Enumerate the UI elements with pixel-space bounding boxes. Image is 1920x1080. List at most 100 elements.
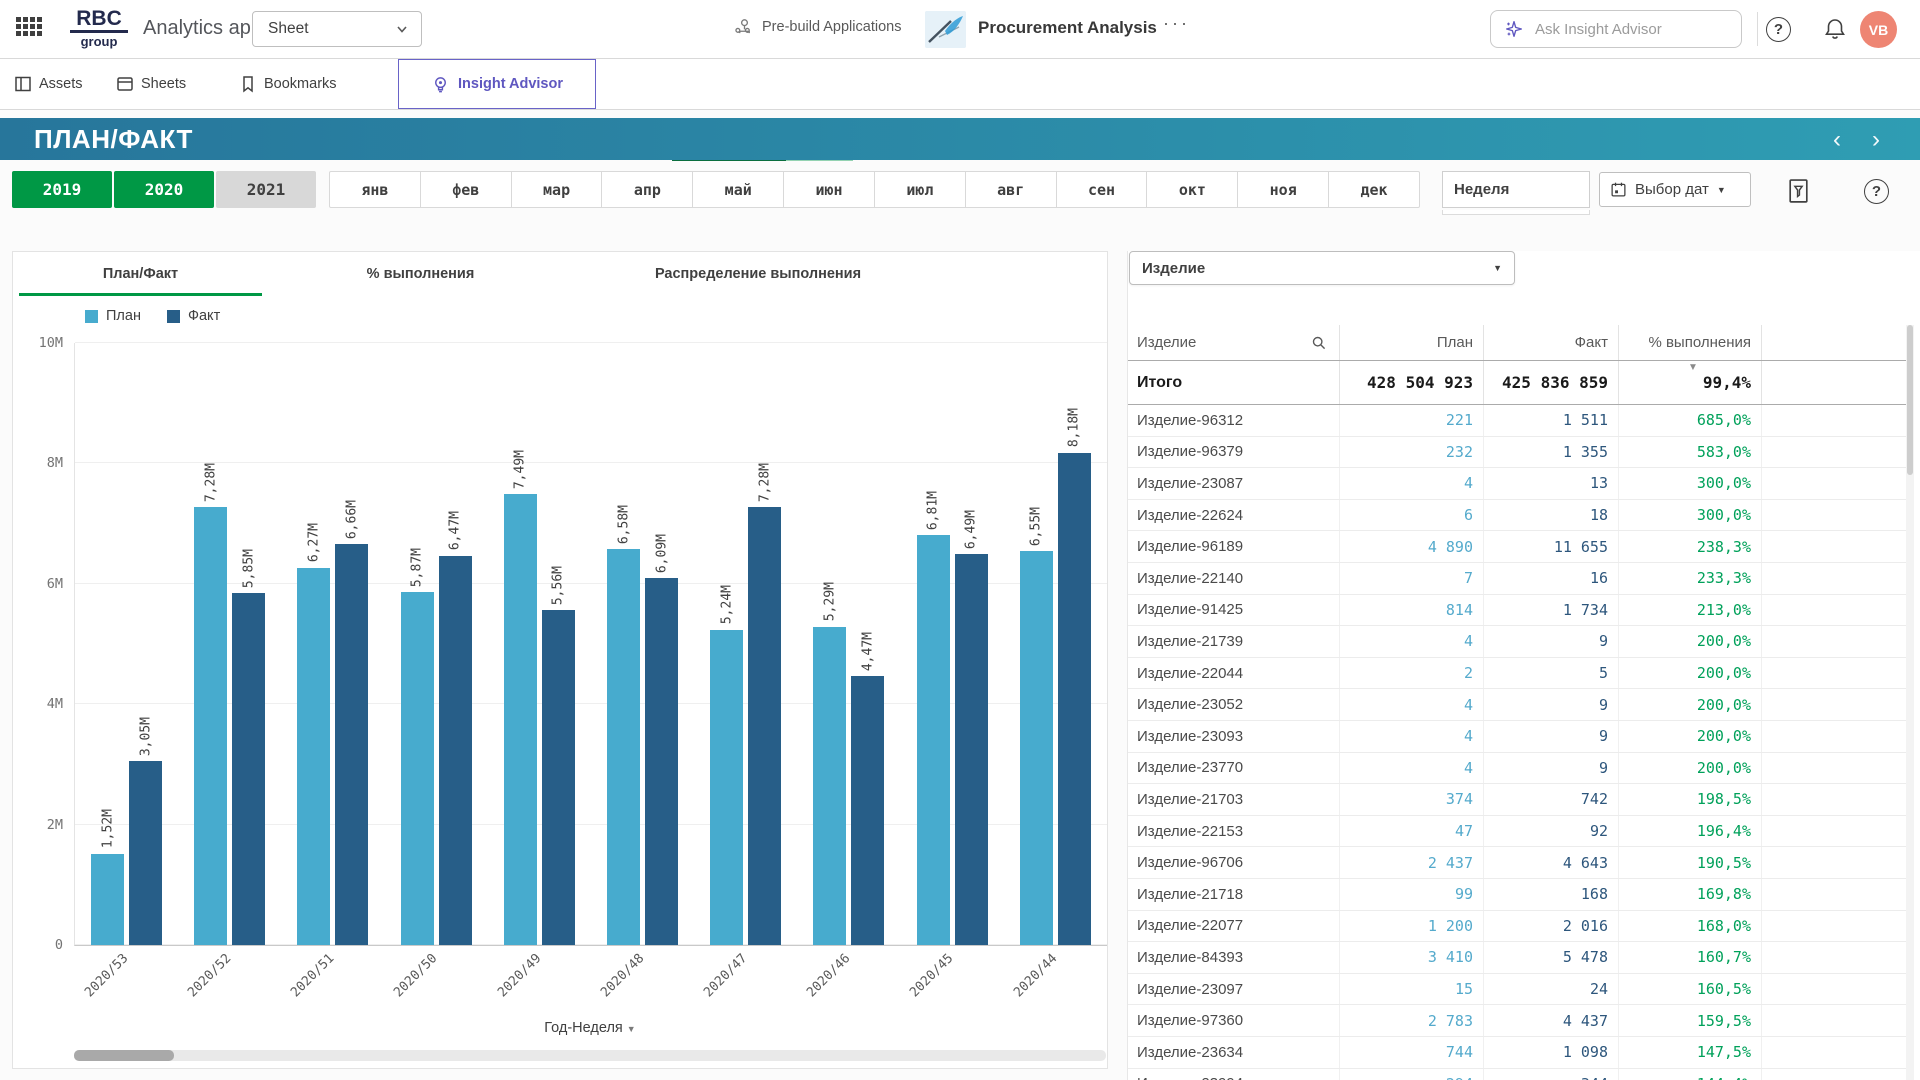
table-row-Изделие-96706[interactable]: Изделие-967062 4374 643190,5% bbox=[1128, 847, 1906, 879]
table-cell[interactable]: Изделие-22077 bbox=[1128, 911, 1339, 942]
table-cell[interactable] bbox=[1761, 974, 1906, 1005]
table-cell[interactable]: 9 bbox=[1483, 721, 1618, 752]
table-cell[interactable]: Изделие-22624 bbox=[1128, 500, 1339, 531]
table-cell[interactable]: 4 437 bbox=[1483, 1005, 1618, 1036]
table-cell[interactable]: 2 bbox=[1339, 658, 1483, 689]
month-button-дек[interactable]: дек bbox=[1328, 171, 1420, 208]
table-cell[interactable]: 213,0% bbox=[1618, 595, 1761, 626]
table-cell[interactable]: Изделие-21718 bbox=[1128, 879, 1339, 910]
tab-assets[interactable]: Assets bbox=[14, 59, 83, 109]
more-options-icon[interactable]: ··· bbox=[1163, 13, 1190, 34]
table-cell[interactable]: Изделие-96706 bbox=[1128, 847, 1339, 878]
bar-Факт-2020/44[interactable]: 8,18M bbox=[1058, 453, 1091, 945]
column-header-product[interactable]: Изделие bbox=[1128, 325, 1339, 360]
bar-План-2020/46[interactable]: 5,29M bbox=[813, 627, 846, 945]
table-cell[interactable]: 685,0% bbox=[1618, 405, 1761, 436]
table-cell[interactable]: Изделие-97360 bbox=[1128, 1005, 1339, 1036]
table-row-Изделие-96312[interactable]: Изделие-963122211 511685,0% bbox=[1128, 405, 1906, 437]
table-cell[interactable]: Изделие-22153 bbox=[1128, 816, 1339, 847]
bar-План-2020/47[interactable]: 5,24M bbox=[710, 630, 743, 945]
table-cell[interactable]: 169,8% bbox=[1618, 879, 1761, 910]
table-cell[interactable]: 232 bbox=[1339, 437, 1483, 468]
bar-План-2020/52[interactable]: 7,28M bbox=[194, 507, 227, 945]
chart-tab-2[interactable]: % выполнения bbox=[268, 252, 573, 296]
table-cell[interactable]: Изделие-23994 bbox=[1128, 1069, 1339, 1080]
year-button-2021[interactable]: 2021 bbox=[216, 171, 316, 208]
month-button-фев[interactable]: фев bbox=[420, 171, 512, 208]
table-cell[interactable]: Изделие-22044 bbox=[1128, 658, 1339, 689]
table-cell[interactable]: 814 bbox=[1339, 595, 1483, 626]
insight-advisor-button[interactable]: Insight Advisor bbox=[398, 59, 596, 109]
sheet-help-icon[interactable]: ? bbox=[1864, 179, 1889, 204]
dimension-dropdown[interactable]: Изделие ▼ bbox=[1129, 251, 1515, 285]
table-cell[interactable]: 5 478 bbox=[1483, 942, 1618, 973]
table-cell[interactable] bbox=[1761, 595, 1906, 626]
bar-Факт-2020/46[interactable]: 4,47M bbox=[851, 676, 884, 945]
table-cell[interactable] bbox=[1761, 911, 1906, 942]
table-cell[interactable]: 4 890 bbox=[1339, 531, 1483, 562]
table-cell[interactable]: Изделие-96189 bbox=[1128, 531, 1339, 562]
bar-План-2020/44[interactable]: 6,55M bbox=[1020, 551, 1053, 945]
bar-Факт-2020/52[interactable]: 5,85M bbox=[232, 593, 265, 945]
table-cell[interactable]: 1 734 bbox=[1483, 595, 1618, 626]
table-cell[interactable]: 200,0% bbox=[1618, 721, 1761, 752]
table-row-Изделие-22044[interactable]: Изделие-2204425200,0% bbox=[1128, 658, 1906, 690]
chart-tab-3[interactable]: Распределение выполнения bbox=[573, 252, 943, 296]
help-icon[interactable]: ? bbox=[1766, 17, 1791, 42]
table-cell[interactable]: 2 437 bbox=[1339, 847, 1483, 878]
year-button-2019[interactable]: 2019 bbox=[12, 171, 112, 208]
table-cell[interactable]: 9 bbox=[1483, 626, 1618, 657]
table-cell[interactable]: 160,5% bbox=[1618, 974, 1761, 1005]
table-cell[interactable]: 6 bbox=[1339, 500, 1483, 531]
bar-План-2020/50[interactable]: 5,87M bbox=[401, 592, 434, 945]
table-cell[interactable]: 294 bbox=[1339, 1069, 1483, 1080]
table-cell[interactable] bbox=[1761, 847, 1906, 878]
table-cell[interactable]: 200,0% bbox=[1618, 753, 1761, 784]
bar-Факт-2020/50[interactable]: 6,47M bbox=[439, 556, 472, 945]
table-cell[interactable]: Изделие-23093 bbox=[1128, 721, 1339, 752]
table-cell[interactable] bbox=[1761, 689, 1906, 720]
table-cell[interactable]: 159,5% bbox=[1618, 1005, 1761, 1036]
search-icon[interactable] bbox=[1311, 335, 1327, 351]
table-cell[interactable]: 168,0% bbox=[1618, 911, 1761, 942]
table-cell[interactable]: 233,3% bbox=[1618, 563, 1761, 594]
table-cell[interactable]: 742 bbox=[1483, 784, 1618, 815]
table-cell[interactable]: 3 410 bbox=[1339, 942, 1483, 973]
month-button-июн[interactable]: июн bbox=[783, 171, 875, 208]
table-cell[interactable]: 1 511 bbox=[1483, 405, 1618, 436]
month-button-янв[interactable]: янв bbox=[329, 171, 421, 208]
year-button-2020[interactable]: 2020 bbox=[114, 171, 214, 208]
table-cell[interactable]: 9 bbox=[1483, 689, 1618, 720]
table-cell[interactable]: 4 bbox=[1339, 753, 1483, 784]
table-row-Изделие-96189[interactable]: Изделие-961894 89011 655238,3% bbox=[1128, 531, 1906, 563]
table-row-Изделие-21718[interactable]: Изделие-2171899168169,8% bbox=[1128, 879, 1906, 911]
prebuild-applications-link[interactable]: Pre-build Applications bbox=[735, 17, 901, 36]
table-row-Изделие-21739[interactable]: Изделие-2173949200,0% bbox=[1128, 626, 1906, 658]
month-button-апр[interactable]: апр bbox=[601, 171, 693, 208]
table-cell[interactable]: Изделие-23097 bbox=[1128, 974, 1339, 1005]
table-row-Изделие-21703[interactable]: Изделие-21703374742198,5% bbox=[1128, 784, 1906, 816]
month-button-сен[interactable]: сен bbox=[1056, 171, 1148, 208]
bar-Факт-2020/45[interactable]: 6,49M bbox=[955, 554, 988, 945]
table-cell[interactable]: 4 643 bbox=[1483, 847, 1618, 878]
table-cell[interactable]: Изделие-91425 bbox=[1128, 595, 1339, 626]
table-cell[interactable]: Изделие-23052 bbox=[1128, 689, 1339, 720]
table-cell[interactable]: 300,0% bbox=[1618, 500, 1761, 531]
table-cell[interactable]: 7 bbox=[1339, 563, 1483, 594]
table-cell[interactable]: 1 098 bbox=[1483, 1037, 1618, 1068]
column-header-plan[interactable]: План bbox=[1339, 325, 1483, 360]
table-cell[interactable]: 99 bbox=[1339, 879, 1483, 910]
table-cell[interactable]: 4 bbox=[1339, 626, 1483, 657]
notifications-bell-icon[interactable] bbox=[1822, 16, 1848, 42]
table-row-Изделие-23634[interactable]: Изделие-236347441 098147,5% bbox=[1128, 1037, 1906, 1069]
table-cell[interactable]: 15 bbox=[1339, 974, 1483, 1005]
month-button-июл[interactable]: июл bbox=[874, 171, 966, 208]
table-row-Изделие-23052[interactable]: Изделие-2305249200,0% bbox=[1128, 689, 1906, 721]
table-cell[interactable]: 4 bbox=[1339, 721, 1483, 752]
table-cell[interactable]: 300,0% bbox=[1618, 468, 1761, 499]
next-sheet-icon[interactable]: › bbox=[1872, 126, 1880, 154]
month-button-мар[interactable]: мар bbox=[511, 171, 603, 208]
table-cell[interactable]: Изделие-23770 bbox=[1128, 753, 1339, 784]
month-button-авг[interactable]: авг bbox=[965, 171, 1057, 208]
table-row-Изделие-22624[interactable]: Изделие-22624618300,0% bbox=[1128, 500, 1906, 532]
